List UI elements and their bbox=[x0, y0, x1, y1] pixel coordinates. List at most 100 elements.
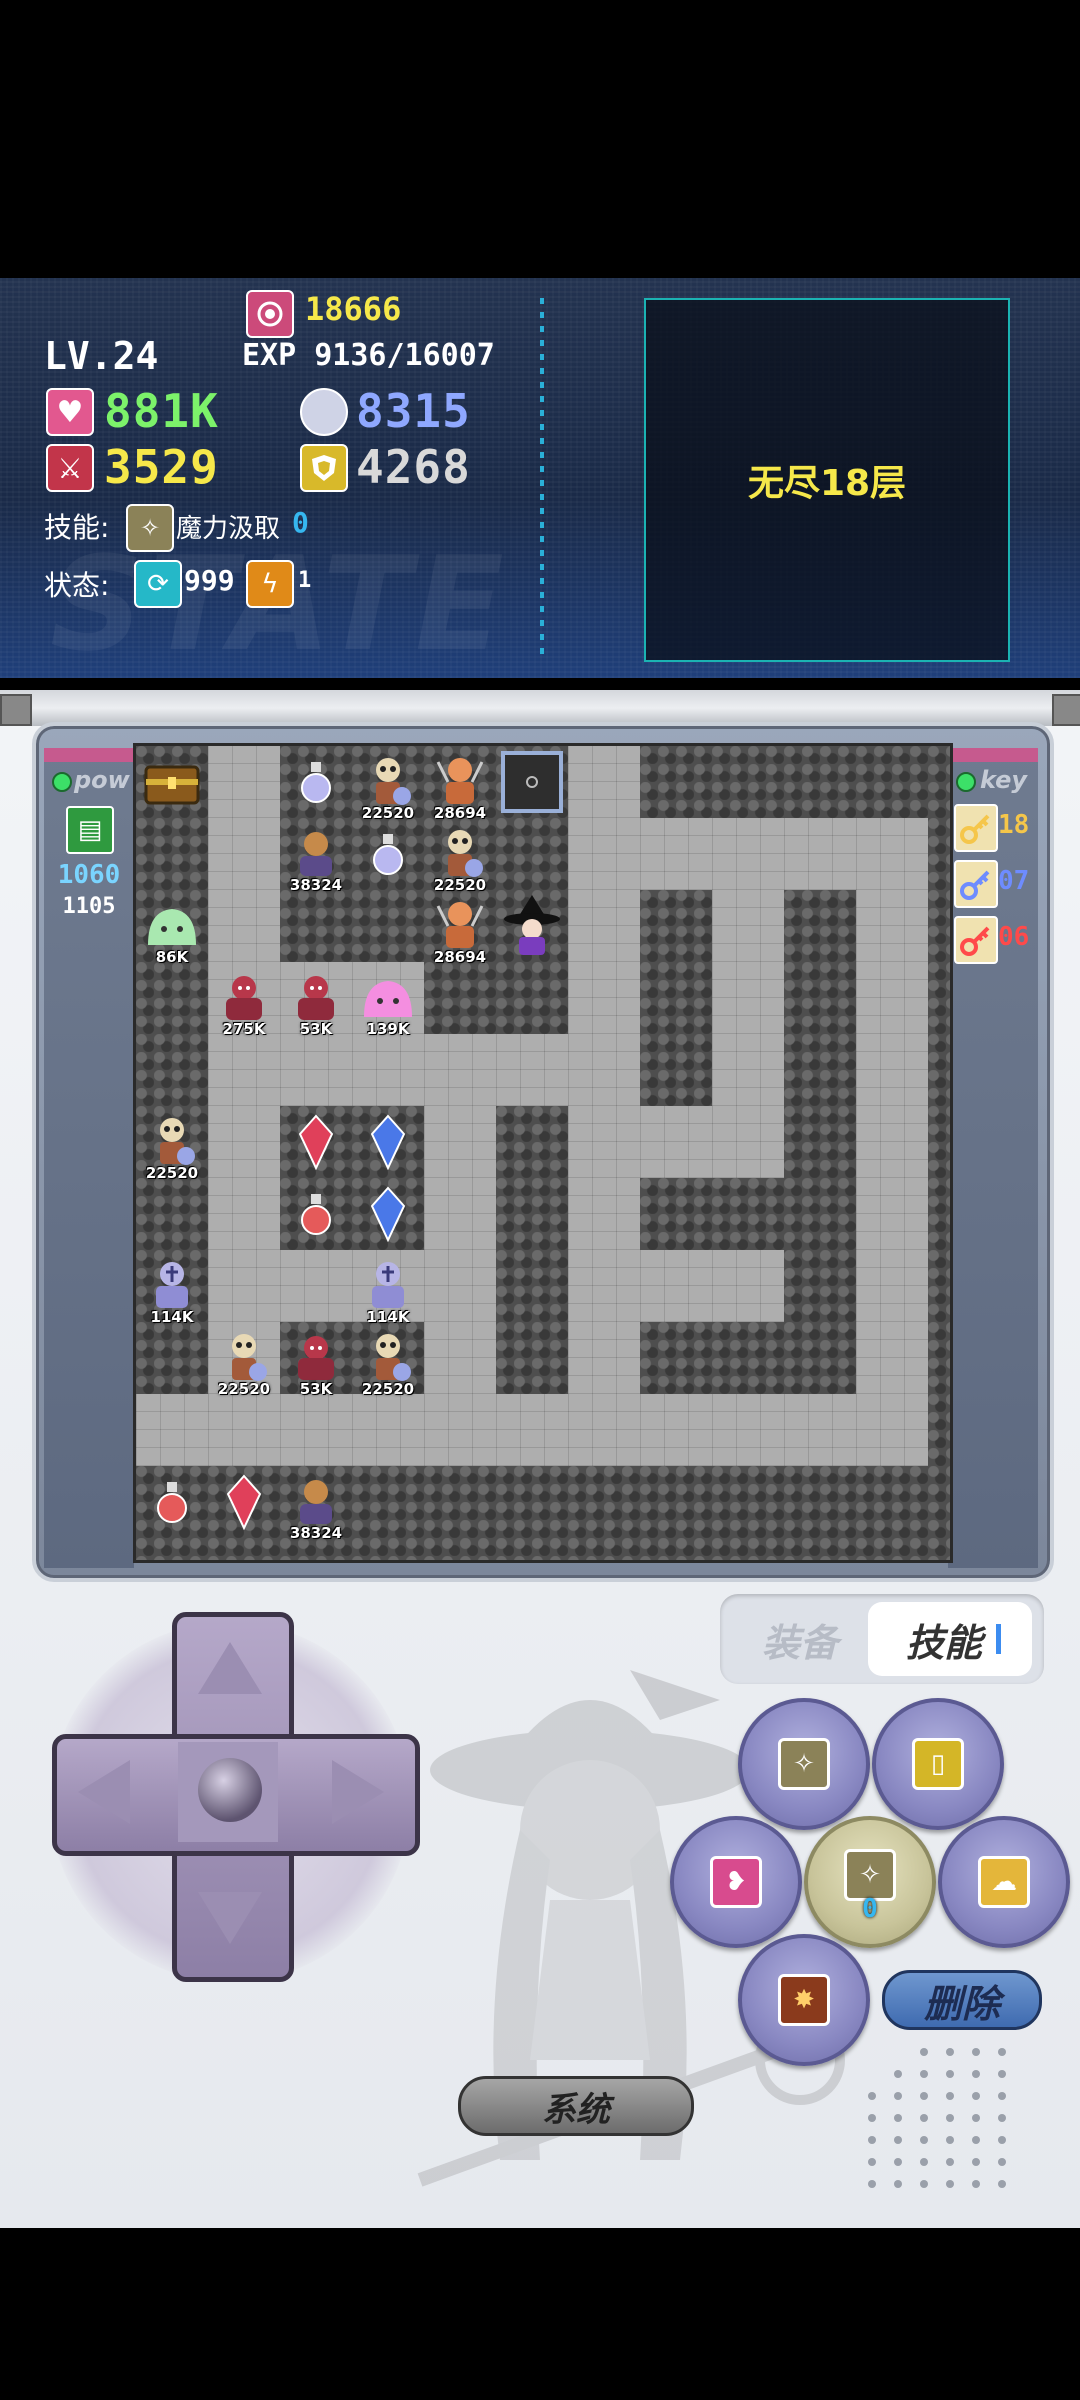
slime-monster[interactable]: 86K bbox=[136, 890, 208, 966]
blue-gem-icon[interactable] bbox=[352, 1178, 424, 1250]
potion-icon[interactable] bbox=[280, 1178, 352, 1250]
skeleton-monster[interactable]: 22520 bbox=[208, 1322, 280, 1398]
monster-damage-label: 22520 bbox=[217, 1380, 271, 1398]
wall-tile bbox=[208, 1250, 280, 1322]
tab-equip[interactable]: 装备 bbox=[730, 1602, 870, 1676]
skill-slot-3[interactable]: ❥ bbox=[670, 1816, 802, 1948]
wall-tile bbox=[712, 890, 784, 962]
wall-tile bbox=[568, 1322, 640, 1394]
key-icon bbox=[954, 860, 998, 908]
left-arrow-icon[interactable] bbox=[78, 1760, 130, 1824]
wall-tile bbox=[568, 1034, 640, 1106]
burst-icon: ✸ bbox=[778, 1974, 830, 2026]
wall-tile bbox=[712, 1034, 784, 1106]
ogre-monster[interactable]: 28694 bbox=[424, 890, 496, 966]
left-side-panel: pow ▤ 1060 1105 bbox=[44, 748, 134, 1568]
wall-tile bbox=[280, 1394, 352, 1466]
red-gem-icon[interactable] bbox=[208, 1466, 280, 1538]
rail-cap-right bbox=[1052, 694, 1080, 726]
monster-damage-label: 86K bbox=[155, 948, 189, 966]
potion-icon[interactable] bbox=[136, 1466, 208, 1538]
monster-damage-label: 53K bbox=[299, 1380, 333, 1398]
skill-slot-5[interactable]: ✸ bbox=[738, 1934, 870, 2066]
stairs-icon[interactable] bbox=[496, 746, 568, 818]
wall-tile bbox=[568, 890, 640, 962]
red-golem-monster[interactable]: 53K bbox=[280, 1322, 352, 1398]
monster-damage-label: 38324 bbox=[289, 876, 343, 894]
wall-tile bbox=[712, 1250, 784, 1322]
tab-indicator bbox=[996, 1624, 1002, 1654]
red-gem-icon[interactable] bbox=[280, 1106, 352, 1178]
skeleton-monster[interactable]: 22520 bbox=[352, 1322, 424, 1398]
down-arrow-icon[interactable] bbox=[198, 1892, 262, 1944]
delete-button[interactable]: 删除 bbox=[882, 1970, 1042, 2030]
game-board[interactable]: 22520 28694 38324 22520 28694 86K 275K 53K 139K 2… bbox=[133, 743, 953, 1563]
wall-tile bbox=[712, 818, 784, 890]
key-count: 07 bbox=[998, 866, 1030, 896]
skill-value: 0 bbox=[292, 506, 309, 539]
magic-drain-icon: ✧ bbox=[778, 1738, 830, 1790]
pow-title: pow bbox=[74, 766, 130, 794]
key-count: 06 bbox=[998, 922, 1030, 952]
monster-damage-label: 28694 bbox=[433, 948, 487, 966]
book-icon[interactable]: ▤ bbox=[66, 806, 114, 854]
floor-display: 无尽18层 bbox=[644, 298, 1010, 662]
attack-value: 3529 bbox=[104, 440, 219, 494]
skill-slot-active[interactable]: ✧ 0 bbox=[804, 1816, 936, 1948]
lightning-icon: ϟ bbox=[246, 560, 294, 608]
knight-monster[interactable]: 114K bbox=[136, 1250, 208, 1326]
rail-cap-left bbox=[0, 694, 32, 726]
wall-tile bbox=[568, 1394, 640, 1466]
sword-icon: ⚔ bbox=[46, 444, 94, 492]
pow-sub-value: 1105 bbox=[62, 894, 116, 919]
skeleton-monster[interactable]: 22520 bbox=[136, 1106, 208, 1182]
knight-monster[interactable]: 114K bbox=[352, 1250, 424, 1326]
chest-icon[interactable] bbox=[136, 746, 208, 818]
dpad[interactable] bbox=[52, 1612, 420, 1982]
monk-monster[interactable]: 38324 bbox=[280, 1466, 352, 1542]
tab-skill-label: 技能 bbox=[906, 1620, 983, 1665]
potion-icon[interactable] bbox=[280, 746, 352, 818]
tab-skill[interactable]: 技能 bbox=[868, 1602, 1032, 1676]
skeleton-monster[interactable]: 22520 bbox=[424, 818, 496, 894]
wall-tile bbox=[208, 1394, 280, 1466]
magic-drain-icon: ✧ bbox=[126, 504, 174, 552]
wall-tile bbox=[784, 818, 856, 890]
wall-tile bbox=[784, 1394, 856, 1466]
blue-gem-icon[interactable] bbox=[352, 1106, 424, 1178]
red-golem-monster[interactable]: 275K bbox=[208, 962, 280, 1038]
wall-tile bbox=[640, 1250, 712, 1322]
pink-slime-monster[interactable]: 139K bbox=[352, 962, 424, 1038]
wall-tile bbox=[208, 746, 280, 818]
wall-tile bbox=[568, 818, 640, 890]
exp-text: EXP 9136/16007 bbox=[242, 338, 495, 373]
monster-damage-label: 139K bbox=[366, 1020, 410, 1038]
right-arrow-icon[interactable] bbox=[332, 1760, 384, 1824]
level-text: LV.24 bbox=[44, 334, 159, 378]
state-bolt-value: 1 bbox=[298, 568, 312, 593]
skill-slot-4[interactable]: ☁ bbox=[938, 1816, 1070, 1948]
status-dot bbox=[52, 772, 72, 792]
wall-tile bbox=[712, 962, 784, 1034]
skill-slot-1[interactable]: ✧ bbox=[738, 1698, 870, 1830]
skeleton-monster[interactable]: 22520 bbox=[352, 746, 424, 822]
status-panel: STATE 18666 LV.24 EXP 9136/16007 ♥ 881K … bbox=[0, 278, 1080, 678]
monk-monster[interactable]: 38324 bbox=[280, 818, 352, 894]
wall-tile bbox=[208, 1178, 280, 1250]
wall-tile bbox=[856, 818, 928, 890]
up-arrow-icon[interactable] bbox=[198, 1642, 262, 1694]
ogre-monster[interactable]: 28694 bbox=[424, 746, 496, 822]
wall-tile bbox=[640, 1106, 712, 1178]
potion-icon[interactable] bbox=[352, 818, 424, 890]
wall-tile bbox=[280, 1034, 352, 1106]
wall-tile bbox=[424, 1178, 496, 1250]
panel-divider bbox=[540, 298, 544, 658]
wall-tile bbox=[424, 1250, 496, 1322]
system-button[interactable]: 系统 bbox=[458, 2076, 694, 2136]
wall-tile bbox=[856, 1034, 928, 1106]
red-golem-monster[interactable]: 53K bbox=[280, 962, 352, 1038]
skill-slot-2[interactable]: ▯ bbox=[872, 1698, 1004, 1830]
hero-witch[interactable] bbox=[496, 890, 568, 962]
top-rail bbox=[0, 690, 1080, 726]
wall-tile bbox=[424, 1394, 496, 1466]
